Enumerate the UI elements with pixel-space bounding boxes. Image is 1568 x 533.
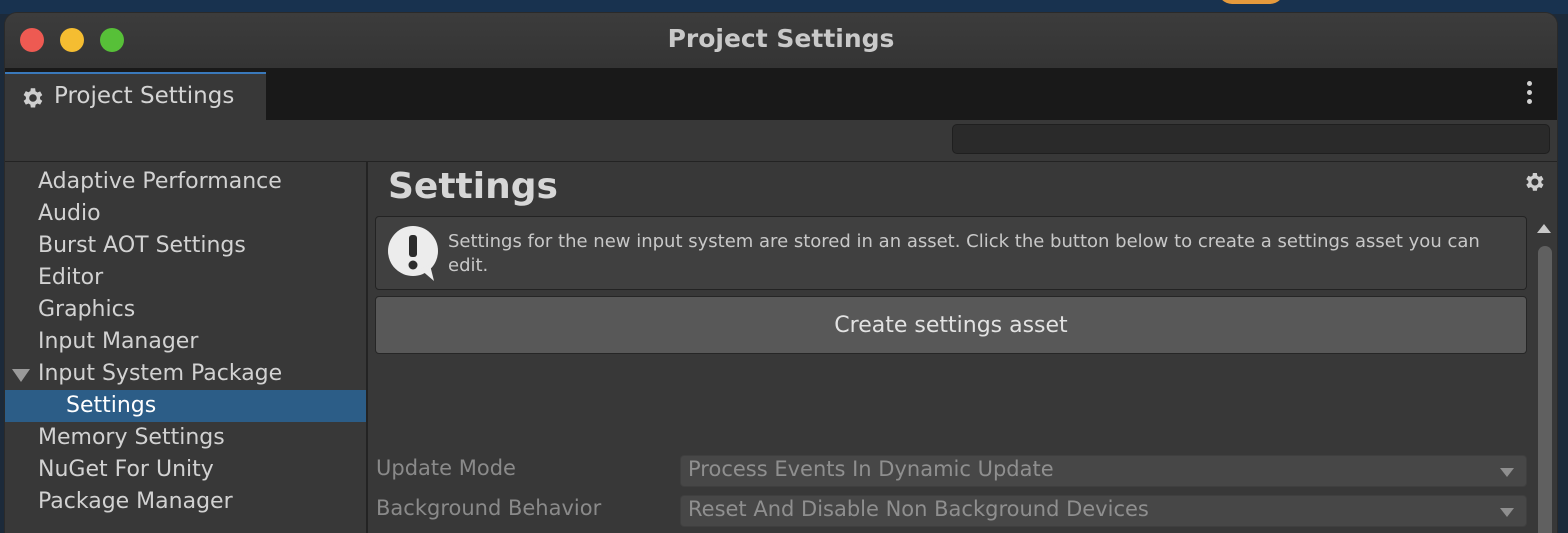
search-toolbar [5,120,1557,162]
settings-sidebar: Adaptive Performance Audio Burst AOT Set… [5,162,368,533]
sidebar-item-input-manager[interactable]: Input Manager [5,326,366,358]
page-title: Settings [388,166,558,207]
vertical-scrollbar[interactable] [1533,216,1557,533]
dropdown-value: Process Events In Dynamic Update [688,457,1054,481]
sidebar-item-label: Audio [38,201,101,226]
project-settings-window: Project Settings Project Settings Adapti… [5,13,1557,533]
sidebar-item-label: Input Manager [38,329,199,354]
sidebar-item-label: Adaptive Performance [38,169,282,194]
sidebar-item-label: NuGet For Unity [38,457,214,482]
desktop-background [0,0,1568,14]
sidebar-item-label: Editor [38,265,104,290]
sidebar-item-memory-settings[interactable]: Memory Settings [5,422,366,454]
background-behavior-label: Background Behavior [376,496,602,520]
chevron-down-icon [1500,508,1514,517]
sidebar-item-graphics[interactable]: Graphics [5,294,366,326]
tab-label: Project Settings [54,83,235,109]
sidebar-item-editor[interactable]: Editor [5,262,366,294]
expand-arrow-icon[interactable] [12,369,30,382]
sidebar-item-adaptive-performance[interactable]: Adaptive Performance [5,166,366,198]
sidebar-item-input-system-package[interactable]: Input System Package [5,358,366,390]
help-text: Settings for the new input system are st… [448,231,1480,276]
sidebar-item-settings[interactable]: Settings [5,390,366,422]
sidebar-item-package-manager[interactable]: Package Manager [5,486,366,518]
tab-bar: Project Settings [5,68,1557,120]
sidebar-item-audio[interactable]: Audio [5,198,366,230]
sidebar-item-label: Burst AOT Settings [38,233,246,258]
update-mode-dropdown[interactable]: Process Events In Dynamic Update [680,455,1527,487]
gear-icon [23,88,43,108]
sidebar-item-label: Graphics [38,297,136,322]
settings-panel: Settings Settings for the new input syst… [368,162,1557,533]
gear-icon[interactable] [1522,170,1546,194]
scroll-up-arrow-icon[interactable] [1537,224,1551,233]
sidebar-item-label: Settings [66,393,157,418]
search-input[interactable] [952,124,1550,154]
dropdown-value: Reset And Disable Non Background Devices [688,497,1149,521]
help-box: Settings for the new input system are st… [375,216,1527,290]
title-bar: Project Settings [5,13,1557,69]
create-settings-asset-button[interactable]: Create settings asset [375,296,1527,354]
window-title: Project Settings [667,24,895,53]
tab-project-settings[interactable]: Project Settings [5,72,266,120]
sidebar-item-burst-aot-settings[interactable]: Burst AOT Settings [5,230,366,262]
update-mode-label: Update Mode [376,456,516,480]
background-behavior-dropdown[interactable]: Reset And Disable Non Background Devices [680,495,1527,527]
sidebar-item-label: Package Manager [38,489,233,514]
sidebar-item-label: Input System Package [38,361,283,386]
sidebar-item-label: Memory Settings [38,425,225,450]
more-options-icon[interactable] [1527,81,1533,107]
warning-icon [388,226,438,281]
background-accent [1218,0,1284,4]
chevron-down-icon [1500,468,1514,477]
scrollbar-thumb[interactable] [1538,246,1552,533]
sidebar-item-nuget-for-unity[interactable]: NuGet For Unity [5,454,366,486]
